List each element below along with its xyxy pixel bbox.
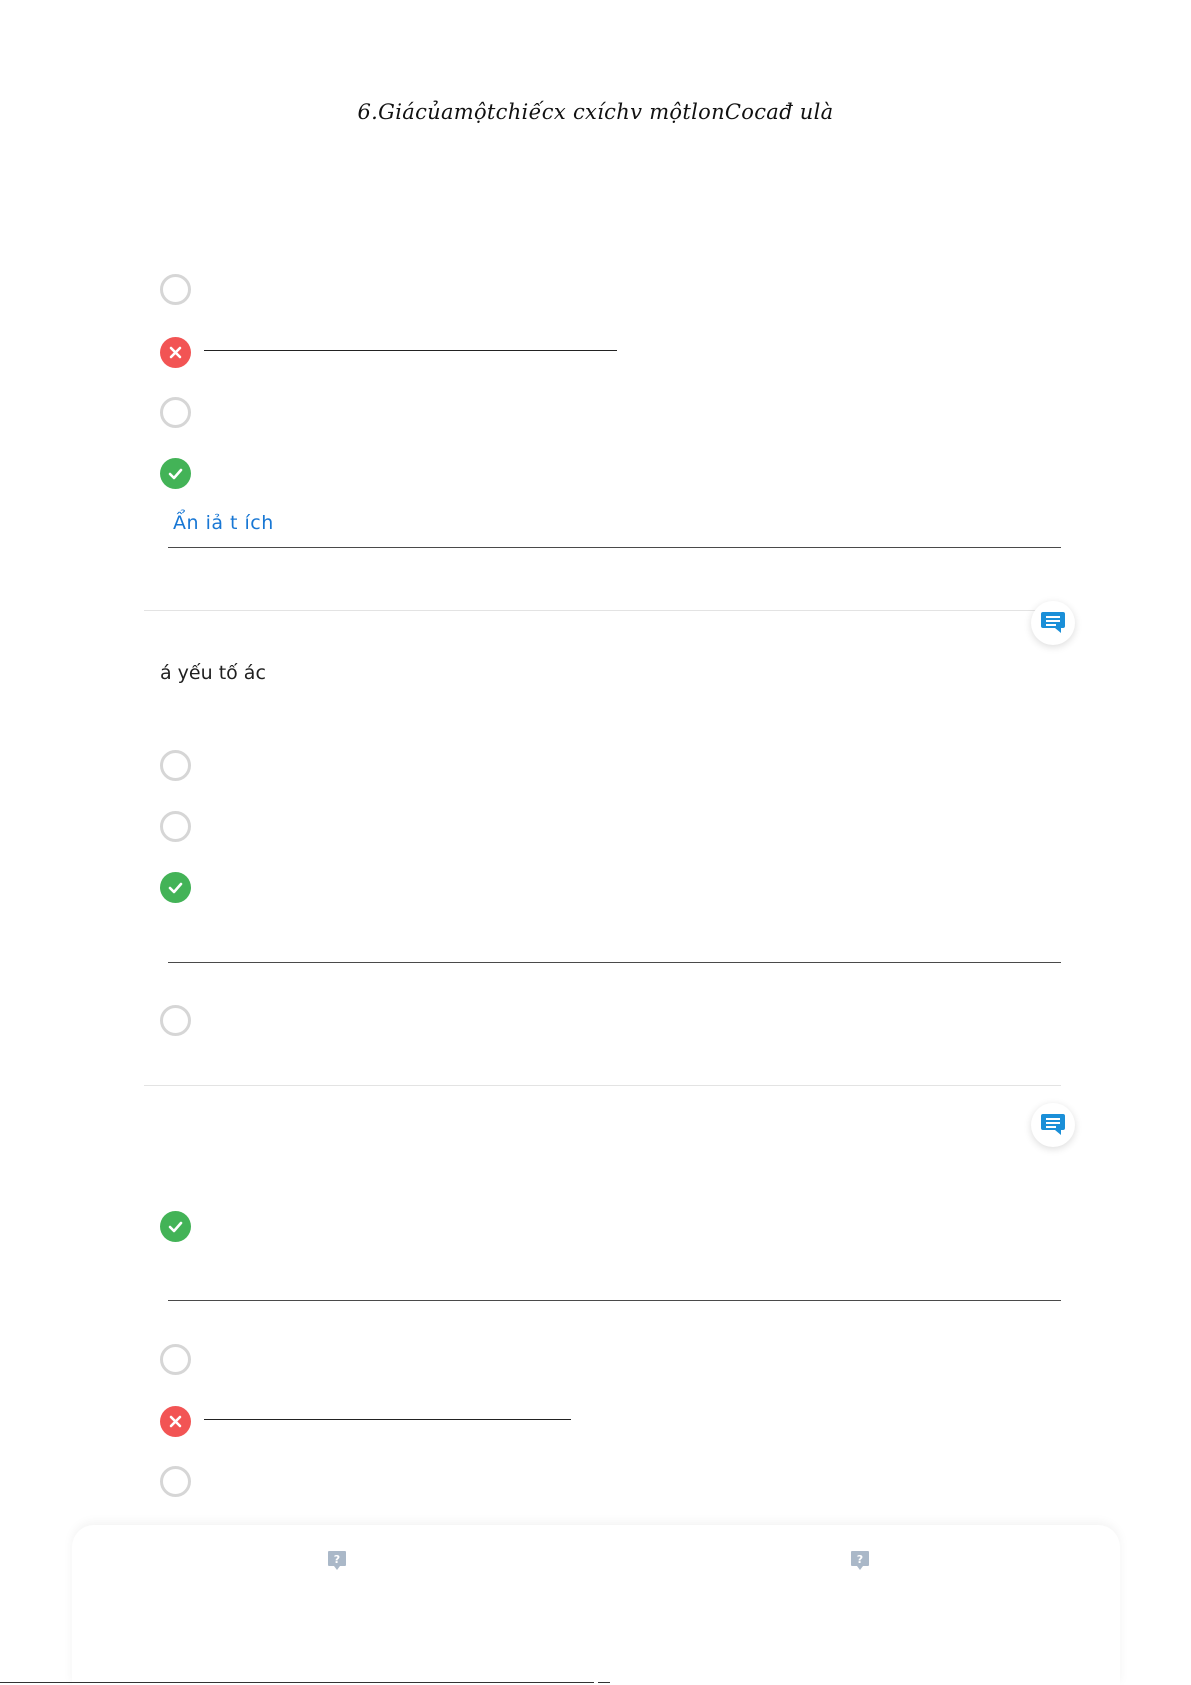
option-radio[interactable] [160, 811, 191, 842]
divider [168, 962, 1061, 963]
comment-icon [1041, 612, 1065, 633]
question-bubble-icon[interactable]: ? [850, 1550, 870, 1572]
check-icon [168, 882, 183, 894]
option-radio[interactable] [160, 1005, 191, 1036]
divider [168, 1300, 1061, 1301]
option-radio[interactable] [160, 274, 191, 305]
option-radio[interactable] [160, 750, 191, 781]
svg-text:?: ? [857, 1553, 863, 1566]
close-icon [169, 346, 182, 359]
option-radio[interactable] [160, 1344, 191, 1375]
close-icon [169, 1415, 182, 1428]
correct-answer-marker[interactable] [160, 1211, 191, 1242]
correct-answer-marker[interactable] [160, 458, 191, 489]
wrong-answer-marker[interactable] [160, 1406, 191, 1437]
option-radio[interactable] [160, 397, 191, 428]
check-icon [168, 1221, 183, 1233]
bottom-panel [72, 1525, 1120, 1685]
comment-icon [1041, 1114, 1065, 1135]
divider [168, 547, 1061, 548]
check-icon [168, 468, 183, 480]
question-title: 6.Giácủamộtchiếcx cxíchv mộtlonCocađ ulà [357, 100, 834, 124]
svg-text:?: ? [334, 1553, 340, 1566]
option-radio[interactable] [160, 1466, 191, 1497]
correct-answer-marker[interactable] [160, 872, 191, 903]
hide-explanation-link[interactable]: Ẩn iả t ích [173, 512, 274, 534]
footer-line [0, 1682, 594, 1683]
strikethrough-line [204, 350, 617, 351]
strikethrough-line [204, 1419, 571, 1420]
question-text: á yếu tố ác [160, 662, 266, 684]
footer-line-fragment [598, 1682, 610, 1683]
question-bubble-icon[interactable]: ? [327, 1550, 347, 1572]
question-separator [144, 1085, 1061, 1086]
comment-button[interactable] [1031, 1103, 1075, 1147]
comment-button[interactable] [1031, 601, 1075, 645]
question-separator [144, 610, 1061, 611]
wrong-answer-marker[interactable] [160, 337, 191, 368]
